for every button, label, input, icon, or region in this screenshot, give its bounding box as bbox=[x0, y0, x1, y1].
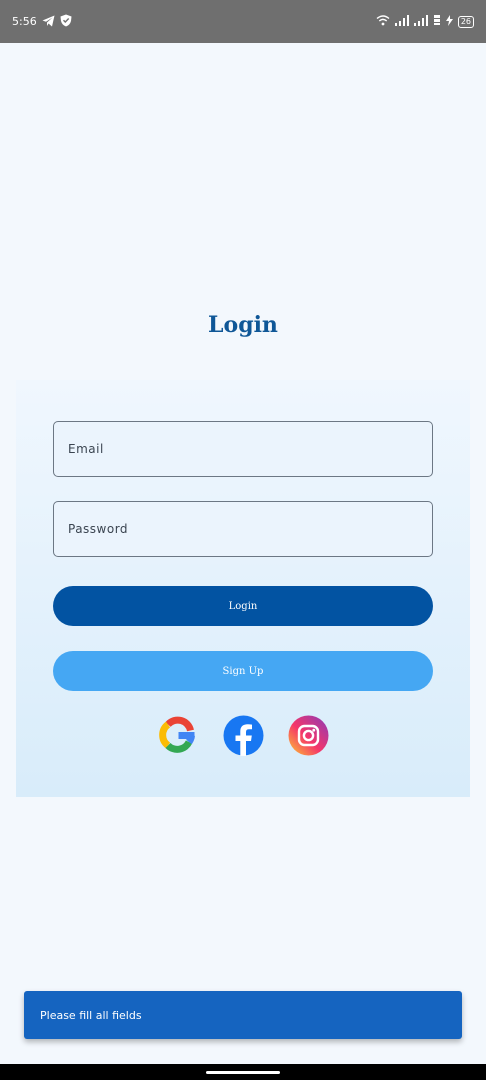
error-snackbar: Please fill all fields bbox=[24, 991, 462, 1039]
signal-icon bbox=[394, 14, 409, 29]
social-login-row bbox=[16, 715, 470, 756]
signup-button-label: Sign Up bbox=[222, 665, 264, 677]
email-field[interactable]: Email bbox=[53, 421, 433, 477]
login-card: Email Password Login Sign Up bbox=[16, 380, 470, 797]
page-title: Login bbox=[208, 312, 278, 338]
status-time: 5:56 bbox=[12, 15, 37, 28]
home-indicator[interactable] bbox=[206, 1071, 280, 1074]
facebook-icon[interactable] bbox=[223, 715, 264, 756]
status-right: 26 bbox=[376, 14, 474, 29]
navigation-bar bbox=[0, 1064, 486, 1080]
wifi-icon bbox=[376, 14, 390, 29]
instagram-icon[interactable] bbox=[288, 715, 329, 756]
shield-icon bbox=[60, 14, 72, 29]
password-field[interactable]: Password bbox=[53, 501, 433, 557]
battery-icon: 26 bbox=[457, 15, 474, 28]
login-button[interactable]: Login bbox=[53, 586, 433, 626]
data-icon bbox=[433, 14, 441, 29]
charging-icon bbox=[445, 14, 453, 29]
snackbar-message: Please fill all fields bbox=[40, 1008, 142, 1022]
google-icon[interactable] bbox=[158, 715, 199, 756]
telegram-icon bbox=[42, 15, 55, 29]
login-button-label: Login bbox=[228, 600, 258, 612]
status-left: 5:56 bbox=[12, 14, 72, 29]
email-placeholder: Email bbox=[68, 442, 104, 456]
signal-icon bbox=[413, 14, 428, 29]
password-placeholder: Password bbox=[68, 522, 129, 536]
status-bar: 5:56 26 bbox=[0, 0, 486, 43]
signup-button[interactable]: Sign Up bbox=[53, 651, 433, 691]
